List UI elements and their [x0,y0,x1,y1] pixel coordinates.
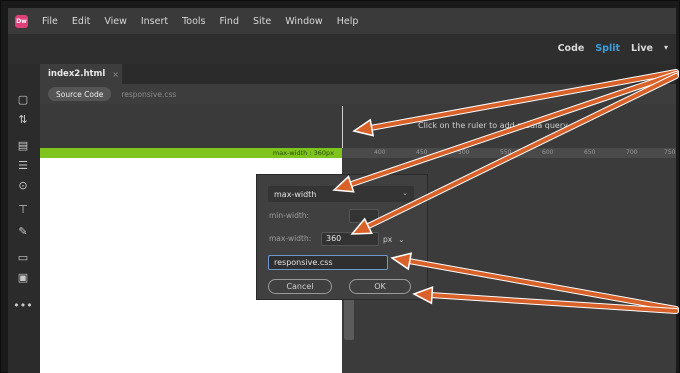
arrowhead-icon [332,175,355,193]
arrowhead-icon [350,217,373,235]
annotation-arrow-2 [349,72,678,187]
arrowhead-icon [412,286,434,305]
arrowhead-icon [390,252,413,271]
annotation-arrows [332,69,679,314]
arrowhead-icon [352,118,375,137]
